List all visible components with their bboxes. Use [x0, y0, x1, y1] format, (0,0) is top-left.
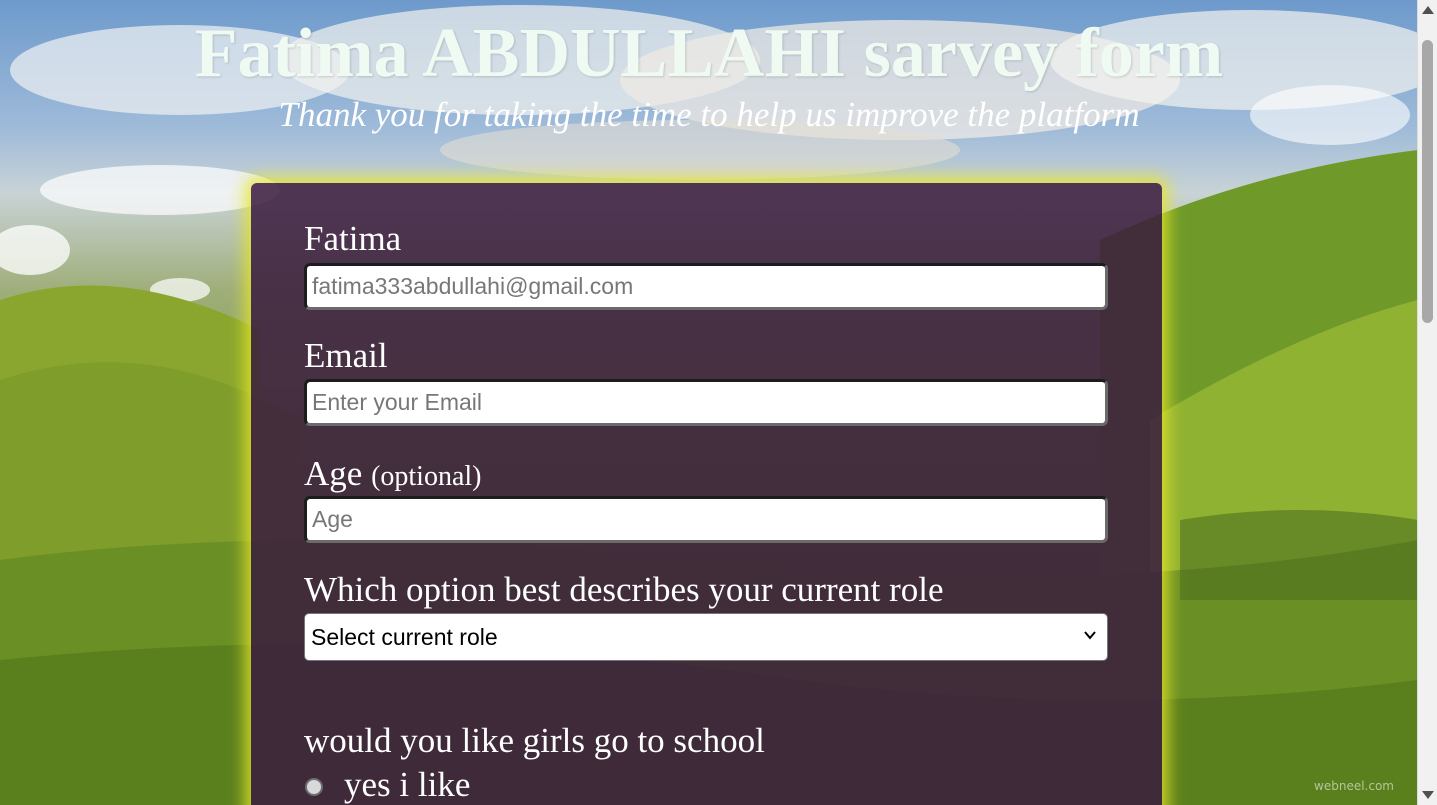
name-input[interactable]: fatima333abdullahi@gmail.com	[304, 263, 1108, 310]
radio-option-label: yes i like	[344, 765, 471, 804]
role-select[interactable]: Select current role	[304, 613, 1108, 661]
name-label: Fatima	[304, 219, 402, 258]
page-scrollbar[interactable]	[1417, 0, 1437, 805]
scroll-down-arrow-icon[interactable]	[1422, 791, 1434, 799]
watermark-text: webneel.com	[1314, 779, 1394, 793]
page-title: Fatima ABDULLAHI sarvey form	[194, 15, 1224, 92]
email-label: Email	[304, 336, 388, 375]
age-label: Age (optional)	[304, 454, 481, 497]
role-label: Which option best describes your current…	[304, 570, 944, 609]
age-label-text: Age	[304, 454, 363, 493]
scrollbar-thumb[interactable]	[1422, 40, 1433, 323]
email-input[interactable]: Enter your Email	[304, 379, 1108, 426]
role-select-value: Select current role	[311, 624, 498, 650]
scroll-up-arrow-icon[interactable]	[1422, 6, 1434, 14]
survey-form: Fatima fatima333abdullahi@gmail.com Emai…	[251, 183, 1162, 805]
age-optional-hint: (optional)	[371, 461, 482, 492]
page-subtitle: Thank you for taking the time to help us…	[278, 95, 1140, 134]
age-input[interactable]: Age	[304, 496, 1108, 543]
chevron-down-icon	[1084, 631, 1096, 640]
school-question-label: would you like girls go to school	[304, 721, 765, 760]
radio-button-icon[interactable]	[305, 778, 323, 796]
